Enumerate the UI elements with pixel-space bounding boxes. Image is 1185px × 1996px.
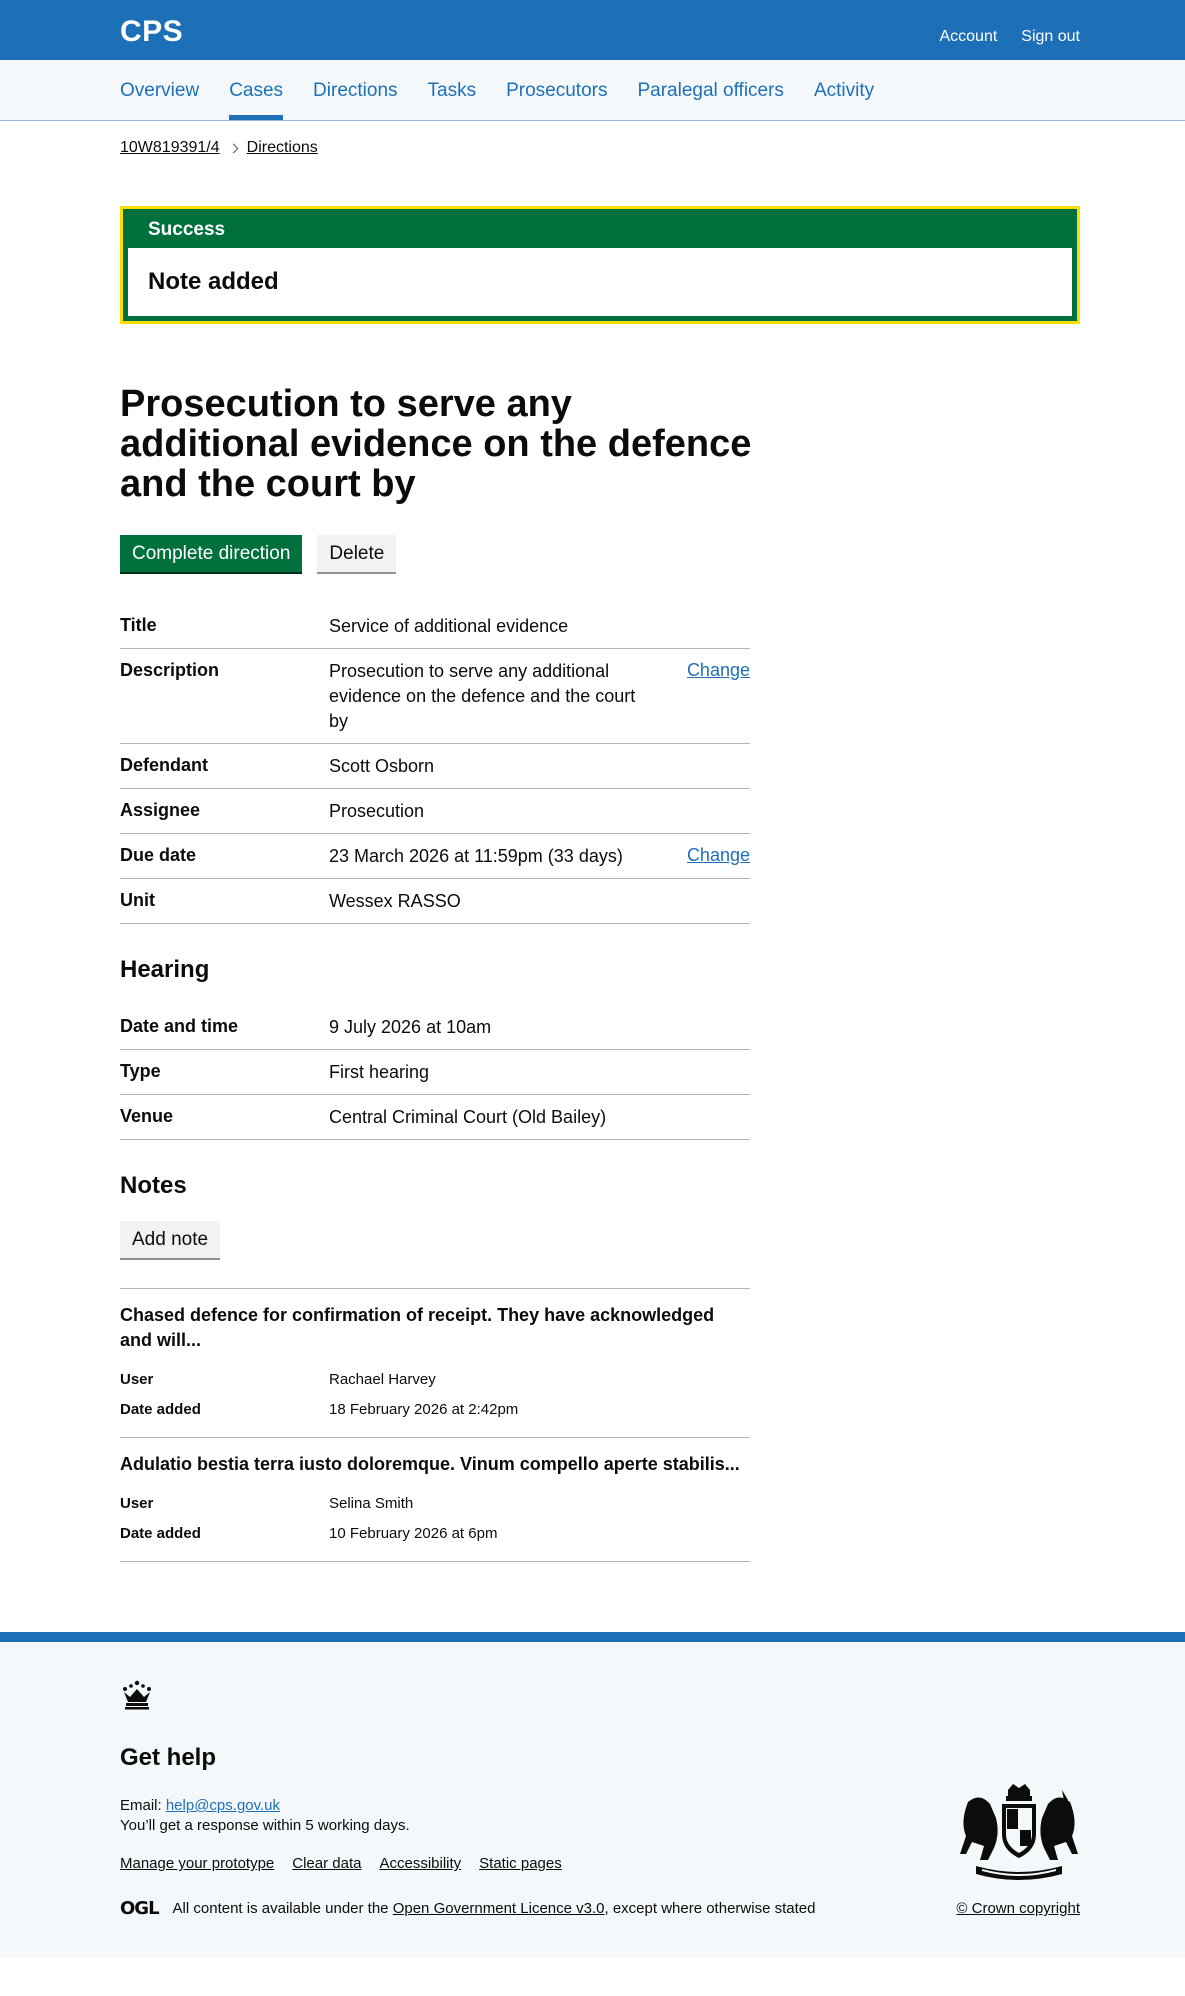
main-content: 10W819391/4 Directions Success Note adde… xyxy=(0,138,1185,1563)
account-nav: Account Sign out xyxy=(939,27,1080,48)
nav-link-overview[interactable]: Overview xyxy=(120,60,199,104)
add-note-button[interactable]: Add note xyxy=(120,1221,221,1259)
delete-button[interactable]: Delete xyxy=(317,534,397,572)
note-user: Selina Smith xyxy=(329,1495,414,1513)
direction-summary: Title Service of additional evidence Des… xyxy=(120,604,750,924)
summary-row-assignee: Assignee Prosecution xyxy=(120,789,750,834)
get-help-heading: Get help xyxy=(120,1744,217,1772)
nav-link-directions[interactable]: Directions xyxy=(313,60,397,104)
summary-row-description: Description Prosecution to serve any add… xyxy=(120,649,750,744)
site-header: CPS Account Sign out xyxy=(0,0,1185,60)
footer-link-manage-prototype[interactable]: Manage your prototype xyxy=(120,1854,274,1874)
complete-direction-button[interactable]: Complete direction xyxy=(120,534,303,572)
summary-row-title: Title Service of additional evidence xyxy=(120,604,750,649)
sign-out-link[interactable]: Sign out xyxy=(1021,27,1080,48)
nav-link-paralegal-officers[interactable]: Paralegal officers xyxy=(637,60,783,104)
summary-key: Type xyxy=(120,1060,161,1081)
banner-title: Success xyxy=(128,213,1072,249)
summary-value: Service of additional evidence xyxy=(329,615,569,636)
summary-value: Prosecution to serve any additional evid… xyxy=(329,660,636,731)
note-item: Adulatio bestia terra iusto doloremque. … xyxy=(120,1438,750,1563)
notes-list: Chased defence for confirmation of recei… xyxy=(120,1288,750,1563)
cps-logo[interactable]: CPS xyxy=(120,12,183,51)
licence-prefix: All content is available under the xyxy=(172,1899,389,1917)
note-date-key: Date added xyxy=(120,1401,201,1419)
nav-item-directions[interactable]: Directions xyxy=(313,60,397,120)
page-title: Prosecution to serve any additional evid… xyxy=(120,382,752,505)
licence-line: OGL All content is available under the O… xyxy=(120,1897,815,1920)
notes-heading: Notes xyxy=(120,1171,187,1199)
help-email-line: Email: help@cps.gov.uk xyxy=(120,1796,280,1816)
nav-item-paralegal-officers[interactable]: Paralegal officers xyxy=(637,60,783,120)
nav-link-cases[interactable]: Cases xyxy=(229,60,283,104)
note-date-key: Date added xyxy=(120,1525,201,1543)
summary-value: 23 March 2026 at 11:59pm (33 days) xyxy=(329,845,623,866)
summary-key: Due date xyxy=(120,844,197,865)
summary-row-venue: Venue Central Criminal Court (Old Bailey… xyxy=(120,1095,750,1140)
footer-link-static-pages[interactable]: Static pages xyxy=(479,1854,562,1874)
summary-row-defendant: Defendant Scott Osborn xyxy=(120,744,750,789)
footer-links: Manage your prototype Clear data Accessi… xyxy=(120,1854,562,1874)
change-due-date-link[interactable]: Change xyxy=(687,845,750,865)
crown-copyright-link[interactable]: © Crown copyright xyxy=(956,1900,1080,1917)
footer-link-clear-data[interactable]: Clear data xyxy=(292,1854,361,1874)
summary-value: Wessex RASSO xyxy=(329,890,461,911)
summary-value: Prosecution xyxy=(329,800,425,821)
note-date: 10 February 2026 at 6pm xyxy=(329,1525,498,1543)
summary-key: Unit xyxy=(120,889,155,910)
account-link[interactable]: Account xyxy=(939,27,997,48)
ogl-logo-icon: OGL xyxy=(120,1898,160,1920)
summary-value: Central Criminal Court (Old Bailey) xyxy=(329,1106,607,1127)
note-user-key: User xyxy=(120,1371,154,1389)
help-email-link[interactable]: help@cps.gov.uk xyxy=(166,1797,280,1814)
summary-key: Venue xyxy=(120,1105,174,1126)
licence-link[interactable]: Open Government Licence v3.0 xyxy=(393,1899,605,1919)
change-description-link[interactable]: Change xyxy=(687,660,750,680)
summary-key: Date and time xyxy=(120,1015,239,1036)
action-buttons: Complete direction Delete xyxy=(120,534,1080,572)
email-label: Email: xyxy=(120,1797,166,1815)
nav-link-prosecutors[interactable]: Prosecutors xyxy=(506,60,607,104)
summary-key: Assignee xyxy=(120,799,201,820)
nav-item-activity[interactable]: Activity xyxy=(814,60,874,120)
footer-link-accessibility[interactable]: Accessibility xyxy=(379,1854,461,1874)
breadcrumb-case-ref[interactable]: 10W819391/4 xyxy=(120,138,220,159)
note-user-key: User xyxy=(120,1495,154,1513)
note-user: Rachael Harvey xyxy=(329,1371,436,1389)
nav-link-activity[interactable]: Activity xyxy=(814,60,874,104)
summary-value: 9 July 2026 at 10am xyxy=(329,1016,492,1037)
summary-row-unit: Unit Wessex RASSO xyxy=(120,879,750,924)
success-banner: Success Note added xyxy=(120,205,1080,324)
summary-value: First hearing xyxy=(329,1061,430,1082)
royal-coat-of-arms-icon xyxy=(958,1782,1080,1892)
summary-key: Defendant xyxy=(120,754,209,775)
nav-link-tasks[interactable]: Tasks xyxy=(428,60,477,104)
crown-icon xyxy=(120,1680,154,1718)
summary-row-type: Type First hearing xyxy=(120,1050,750,1095)
crown-copyright: © Crown copyright xyxy=(956,1899,1080,1919)
chevron-right-icon xyxy=(228,143,239,154)
hearing-summary: Date and time 9 July 2026 at 10am Type F… xyxy=(120,1005,750,1140)
service-navigation: Overview Cases Directions Tasks Prosecut… xyxy=(0,60,1185,121)
summary-key: Title xyxy=(120,614,157,635)
summary-value: Scott Osborn xyxy=(329,755,435,776)
breadcrumb: 10W819391/4 Directions xyxy=(120,138,1080,159)
response-time-text: You’ll get a response within 5 working d… xyxy=(120,1817,410,1835)
note-text: Adulatio bestia terra iusto doloremque. … xyxy=(120,1454,740,1475)
nav-item-cases[interactable]: Cases xyxy=(229,60,283,120)
banner-message: Note added xyxy=(128,248,1072,316)
breadcrumb-directions[interactable]: Directions xyxy=(247,138,318,159)
licence-suffix: , except where otherwise stated xyxy=(604,1899,816,1917)
note-item: Chased defence for confirmation of recei… xyxy=(120,1289,750,1439)
summary-key: Description xyxy=(120,659,220,680)
nav-item-prosecutors[interactable]: Prosecutors xyxy=(506,60,607,120)
note-date: 18 February 2026 at 2:42pm xyxy=(329,1401,519,1419)
summary-row-due-date: Due date 23 March 2026 at 11:59pm (33 da… xyxy=(120,834,750,879)
site-footer: Get help Email: help@cps.gov.uk You’ll g… xyxy=(0,1632,1185,1959)
hearing-heading: Hearing xyxy=(120,955,210,983)
nav-item-tasks[interactable]: Tasks xyxy=(428,60,477,120)
note-text: Chased defence for confirmation of recei… xyxy=(120,1305,715,1351)
nav-item-overview[interactable]: Overview xyxy=(120,60,199,120)
summary-row-date-time: Date and time 9 July 2026 at 10am xyxy=(120,1005,750,1050)
